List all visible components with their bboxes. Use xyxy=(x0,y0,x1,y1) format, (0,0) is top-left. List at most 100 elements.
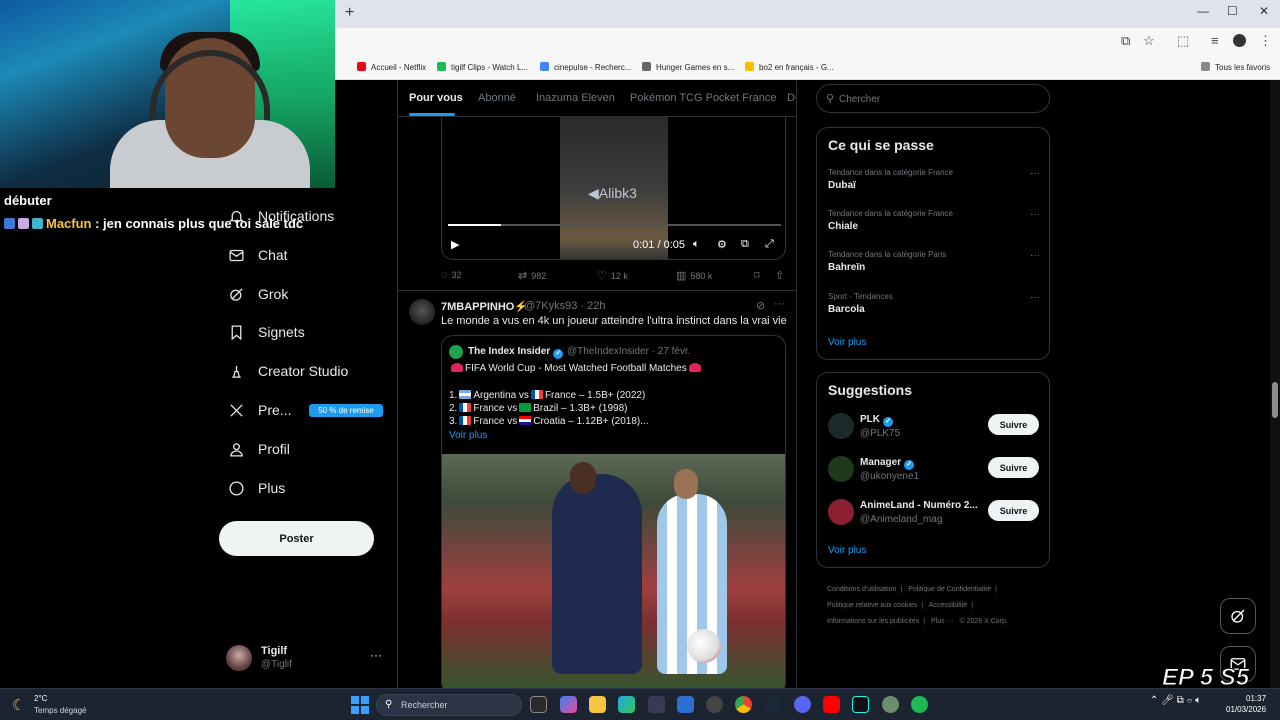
bookmark-item[interactable]: Accueil - Netflix xyxy=(357,62,426,72)
all-bookmarks[interactable]: Tous les favoris xyxy=(1201,62,1270,72)
follow-button[interactable]: Suivre xyxy=(988,414,1039,435)
system-tray[interactable]: ⌃ 🎤︎ ⧉ ⌔ 🔈︎ xyxy=(1150,695,1201,706)
trend-item[interactable]: Sport · Tendances Barcola ··· xyxy=(828,292,1040,328)
more-options-icon[interactable]: ··· xyxy=(370,648,382,662)
footer-link[interactable]: Informations sur les publicités xyxy=(827,618,919,625)
suggestion-item[interactable]: PLK ✓ @PLK75 Suivre xyxy=(828,413,1040,443)
search-input[interactable] xyxy=(839,91,1039,107)
nav-profile[interactable]: Profil xyxy=(226,435,290,463)
minimize-button[interactable]: — xyxy=(1197,4,1209,18)
nav-premium[interactable]: Pre... xyxy=(226,396,291,424)
more-options-icon[interactable]: ··· xyxy=(1030,250,1040,261)
bookmark-item[interactable]: cinepulse - Recherc... xyxy=(540,62,631,72)
pip-icon[interactable]: ⧉ xyxy=(741,238,749,251)
app-icon[interactable] xyxy=(882,696,899,713)
scrollbar[interactable] xyxy=(1270,80,1280,688)
extensions-icon[interactable]: ⬚ xyxy=(1177,33,1189,49)
footer-link[interactable]: Politique relative aux cookies xyxy=(827,602,917,609)
chrome-icon[interactable] xyxy=(735,696,752,713)
new-tab-button[interactable]: + xyxy=(345,4,354,22)
menu-icon[interactable]: ⋮ xyxy=(1259,33,1272,49)
suggestion-item[interactable]: Manager ✓ @ukonyene1 Suivre xyxy=(828,456,1040,486)
tab-inazuma-eleven[interactable]: Inazuma Eleven xyxy=(536,92,615,104)
settings-icon[interactable]: ⚙ xyxy=(717,238,727,251)
profile-avatar[interactable] xyxy=(1233,34,1246,47)
cast-icon[interactable]: ⧉ xyxy=(1121,33,1130,49)
more-options-icon[interactable]: ··· xyxy=(1030,168,1040,179)
close-window-button[interactable]: ✕ xyxy=(1259,4,1269,18)
tiktok-icon[interactable] xyxy=(852,696,869,713)
volume-icon[interactable]: 🔈︎ xyxy=(693,238,700,251)
more-options-icon[interactable]: ··· xyxy=(1030,292,1040,303)
trend-item[interactable]: Tendance dans la catégorie Paris Bahreïn ·… xyxy=(828,250,1040,286)
see-more-link[interactable]: Voir plus xyxy=(828,545,866,556)
tab-following[interactable]: Abonné xyxy=(478,92,516,104)
follow-button[interactable]: Suivre xyxy=(988,500,1039,521)
star-icon[interactable]: ☆ xyxy=(1143,33,1155,49)
nav-creator-studio[interactable]: Creator Studio xyxy=(226,357,348,385)
grok-icon[interactable]: ⊘ xyxy=(756,299,765,312)
account-switcher[interactable]: Tigilf @Tiglif ··· xyxy=(226,643,386,673)
video-progress-bar[interactable] xyxy=(448,224,781,226)
nav-bookmarks[interactable]: Signets xyxy=(226,318,305,346)
footer-link[interactable]: Accessibilité xyxy=(929,602,968,609)
reply-button[interactable]: ◌ 32 xyxy=(441,269,462,281)
footer-link[interactable]: Politique de Confidentialité xyxy=(908,586,991,593)
tab-for-you[interactable]: Pour vous xyxy=(409,92,463,104)
trend-item[interactable]: Tendance dans la catégorie France Chiale ·… xyxy=(828,209,1040,245)
clock[interactable]: 01:37 01/03/2026 xyxy=(1226,693,1266,715)
nav-grok[interactable]: Grok xyxy=(226,280,288,308)
steam-icon[interactable] xyxy=(764,696,781,713)
video-player[interactable]: ◀Alibk3 ▶ 0:01 / 0:05 🔈︎ ⚙ ⧉ ⤢ xyxy=(441,117,786,260)
nav-more[interactable]: Plus xyxy=(226,474,285,502)
edge-icon[interactable] xyxy=(618,696,635,713)
premium-discount-badge[interactable]: 50 % de remise xyxy=(309,404,383,417)
app-icon[interactable] xyxy=(706,696,723,713)
more-options-icon[interactable]: ··· xyxy=(1030,209,1040,220)
share-button[interactable]: ⇧ xyxy=(775,269,788,282)
tab-pokemon-tcg[interactable]: Pokémon TCG Pocket France xyxy=(630,92,777,104)
nav-chat[interactable]: Chat xyxy=(226,241,288,269)
spotify-icon[interactable] xyxy=(911,696,928,713)
see-more-link[interactable]: Voir plus xyxy=(449,430,487,441)
file-explorer-icon[interactable] xyxy=(589,696,606,713)
youtube-icon[interactable] xyxy=(823,696,840,713)
suggestion-name: Manager ✓ xyxy=(860,457,915,470)
bookmark-item[interactable]: tigilf Clips - Watch L... xyxy=(437,62,528,72)
copilot-icon[interactable] xyxy=(560,696,577,713)
fullscreen-icon[interactable]: ⤢ xyxy=(765,238,774,251)
tweet-author-name[interactable]: 7MBAPPINHO⚡ xyxy=(441,300,528,313)
scroll-thumb[interactable] xyxy=(1272,382,1278,418)
footer-link[interactable]: Plus ··· xyxy=(931,618,954,625)
search-box[interactable]: ⚲ xyxy=(816,84,1050,113)
bookmark-button[interactable]: ⌑ xyxy=(754,269,764,282)
quoted-tweet[interactable]: The Index Insider ✓ @TheIndexInsider · 27… xyxy=(441,335,786,688)
like-button[interactable]: ♡ 12 k xyxy=(597,269,628,282)
tweet-meta[interactable]: @7Kyks93 · 22h xyxy=(524,300,606,312)
play-icon[interactable]: ▶ xyxy=(451,238,459,251)
avatar[interactable] xyxy=(409,299,435,325)
repost-button[interactable]: ⇄ 982 xyxy=(518,269,546,282)
outlook-icon[interactable] xyxy=(677,696,694,713)
post-button[interactable]: Poster xyxy=(219,521,374,556)
views-button[interactable]: ▥ 580 k xyxy=(676,269,712,282)
chat-username: Macfun xyxy=(46,216,92,231)
see-more-link[interactable]: Voir plus xyxy=(828,337,866,348)
taskbar-search[interactable]: ⚲ Rechercher xyxy=(376,694,522,716)
more-options-icon[interactable]: ··· xyxy=(774,298,785,310)
reading-list-icon[interactable]: ≡ xyxy=(1211,33,1219,48)
store-icon[interactable] xyxy=(648,696,665,713)
footer-link[interactable]: Conditions d'utilisation xyxy=(827,586,896,593)
quote-photo[interactable] xyxy=(442,454,785,688)
maximize-button[interactable]: ☐ xyxy=(1227,4,1238,18)
task-view-icon[interactable] xyxy=(530,696,547,713)
start-button[interactable] xyxy=(351,696,369,714)
discord-icon[interactable] xyxy=(794,696,811,713)
bookmark-item[interactable]: bo2 en français - G... xyxy=(745,62,834,72)
grok-fab[interactable] xyxy=(1220,598,1256,634)
bookmark-item[interactable]: Hunger Games en s... xyxy=(642,62,734,72)
trend-item[interactable]: Tendance dans la catégorie France Dubaï ··… xyxy=(828,168,1040,204)
suggestion-item[interactable]: AnimeLand - Numéro 2... @Animeland_mag S… xyxy=(828,499,1040,529)
tab-dc[interactable]: DC xyxy=(787,92,796,104)
follow-button[interactable]: Suivre xyxy=(988,457,1039,478)
